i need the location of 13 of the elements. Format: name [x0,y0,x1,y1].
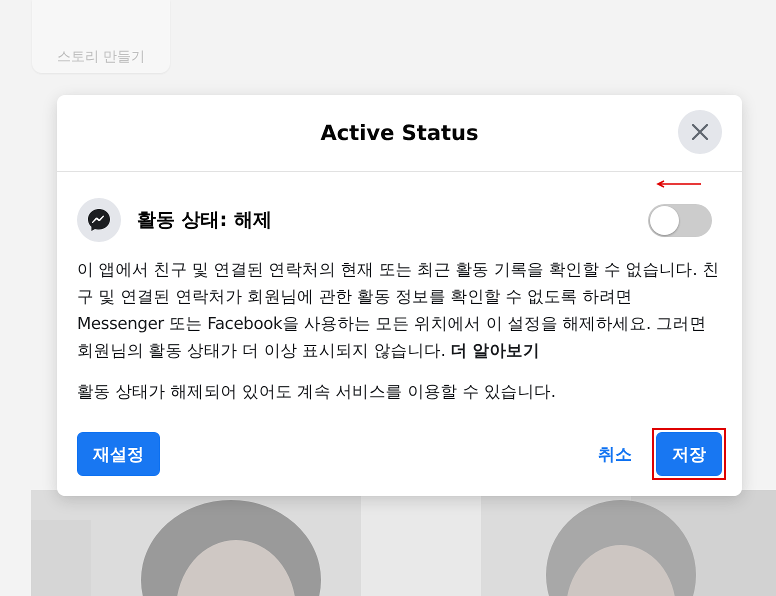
annotation-arrow [656,180,702,188]
story-label: 스토리 만들기 [56,48,146,67]
messenger-icon [77,198,121,242]
description-text: 이 앱에서 친구 및 연결된 연락처의 현재 또는 최근 활동 기록을 확인할 수 없습니다. 친구 및 연결된 연락처가 회원님에 관한 활동 정보를 확인할 수 없도록 하려면 Messenger 또는 Facebook을 사용하는 모든 위치에서 이 설정을 해제하세요. 그러면 회원님의 활동 상태가 더 이상 표시되지 않습니다. 더 알아보기 [77,259,720,362]
dialog-title: Active Status [320,121,478,145]
close-icon [690,122,710,142]
text-button[interactable]: 취소 [582,432,648,476]
description-text: 활동 상태가 해제되어 있어도 계속 서비스를 이용할 수 있습니다. [77,381,557,403]
setting-label: 활동 상태: 해제 [137,208,273,233]
action-button[interactable]: 저장 [656,432,722,476]
close-button[interactable] [678,110,722,154]
status-toggle[interactable] [648,204,712,236]
action-button[interactable]: 재설정 [77,432,160,476]
